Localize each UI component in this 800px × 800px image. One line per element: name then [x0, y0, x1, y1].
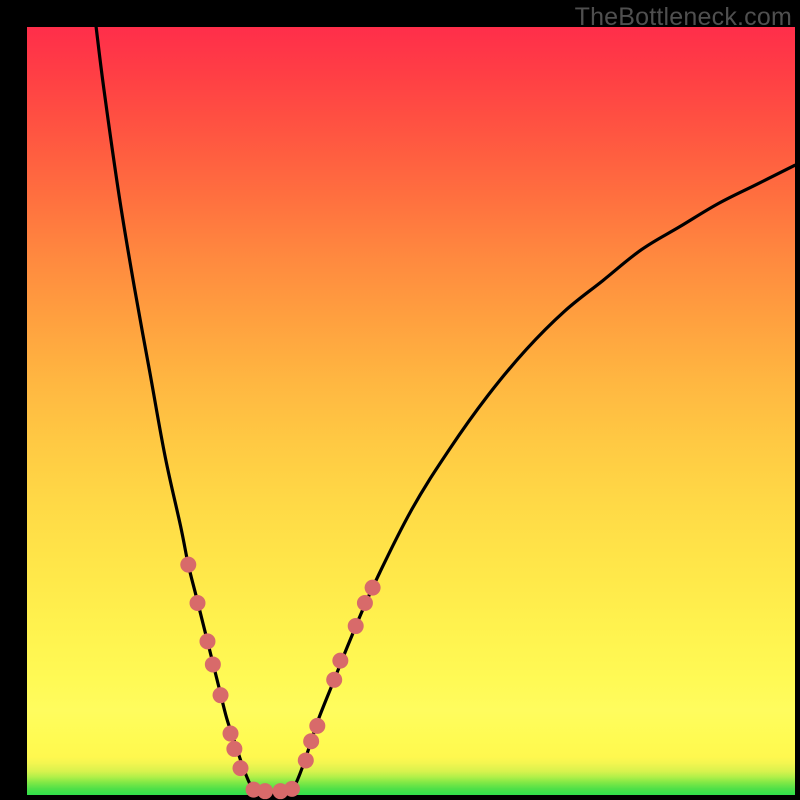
data-marker: [309, 718, 325, 734]
data-marker: [357, 595, 373, 611]
data-marker: [298, 752, 314, 768]
data-marker: [205, 656, 221, 672]
marker-group: [180, 557, 380, 800]
data-marker: [284, 781, 300, 797]
watermark-text: TheBottleneck.com: [575, 3, 792, 32]
data-marker: [303, 733, 319, 749]
chart-svg: [27, 27, 795, 795]
right-branch-line: [288, 165, 795, 795]
chart-frame: TheBottleneck.com: [0, 0, 800, 800]
plot-area: [27, 27, 795, 795]
data-marker: [189, 595, 205, 611]
left-branch-line: [96, 27, 257, 795]
data-marker: [213, 687, 229, 703]
data-marker: [180, 557, 196, 573]
data-marker: [257, 783, 273, 799]
data-marker: [223, 726, 239, 742]
data-marker: [348, 618, 364, 634]
data-marker: [199, 633, 215, 649]
data-marker: [226, 741, 242, 757]
data-marker: [233, 760, 249, 776]
data-marker: [332, 653, 348, 669]
data-marker: [365, 580, 381, 596]
data-marker: [326, 672, 342, 688]
